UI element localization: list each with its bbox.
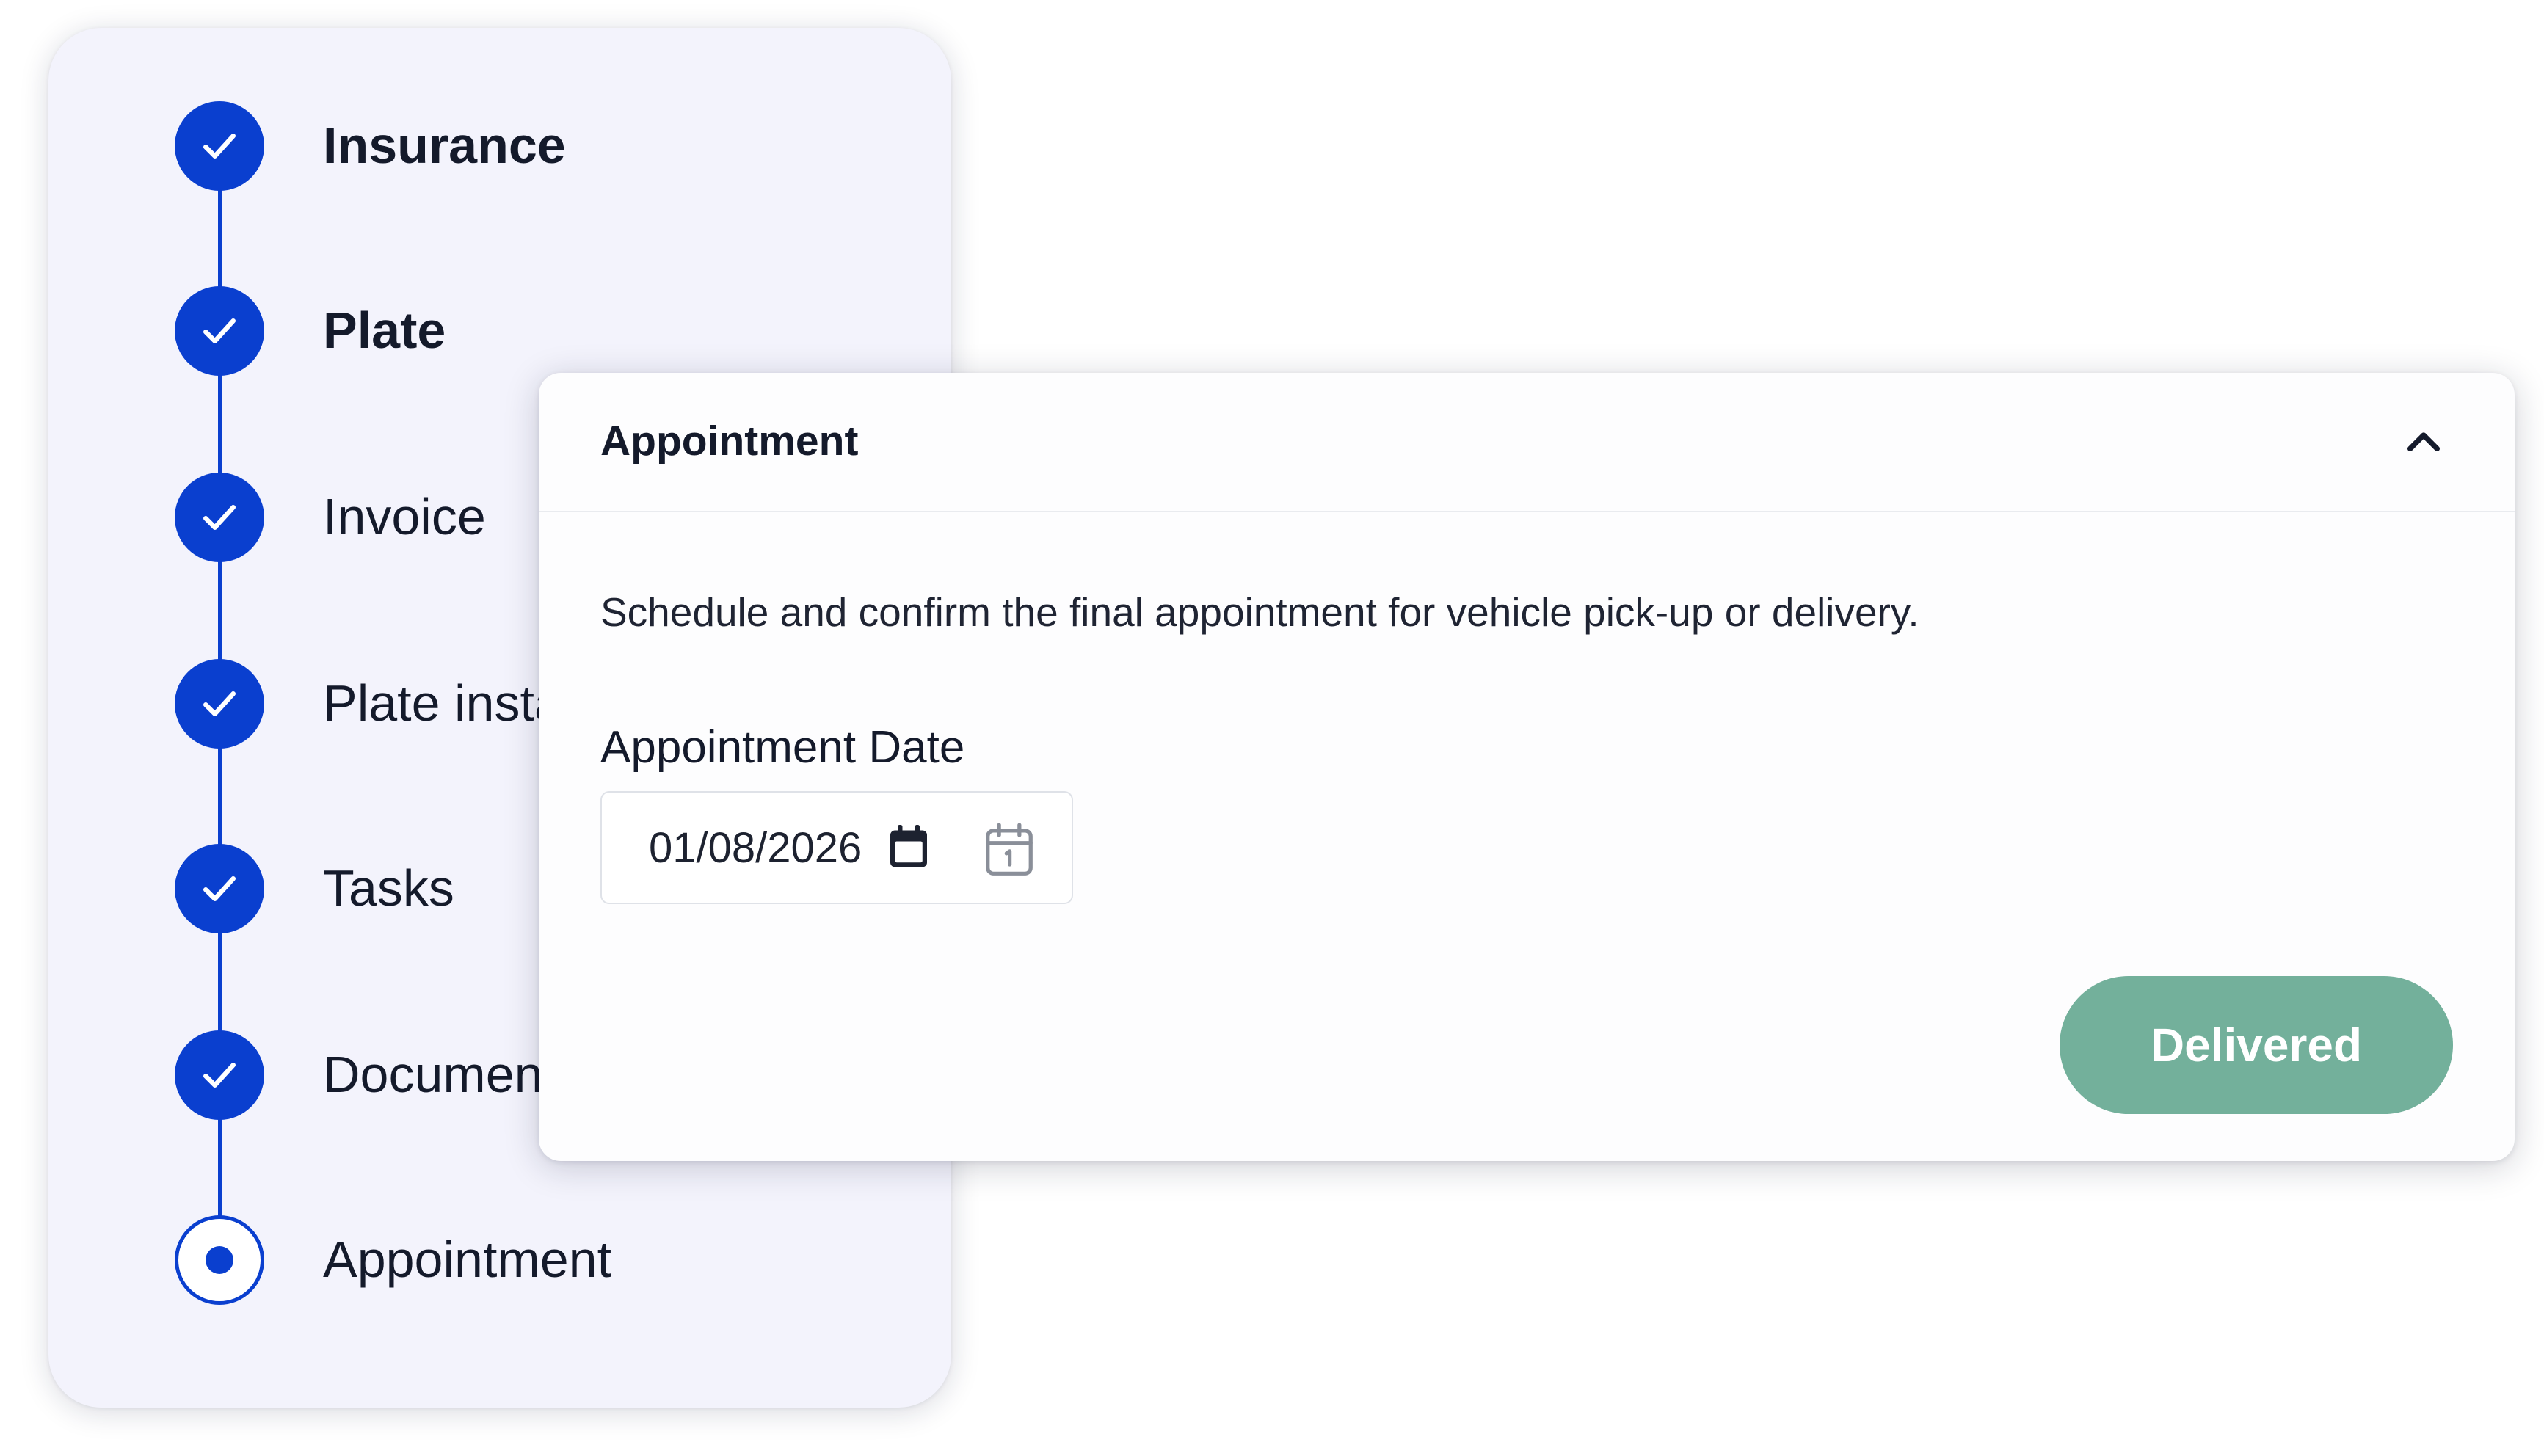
step-status-completed [175,473,264,562]
check-icon [203,505,236,530]
step-status-completed [175,101,264,191]
radio-dot-icon [206,1246,233,1274]
step-label-plate: Plate [323,302,446,359]
step-label-appointment: Appointment [323,1231,612,1288]
collapse-toggle-button[interactable] [2394,413,2453,472]
panel-header[interactable]: Appointment [539,373,2515,512]
step-status-completed [175,844,264,933]
appointment-date-input[interactable]: 01/08/2026 [600,791,1073,904]
panel-title: Appointment [600,418,859,465]
check-icon [203,134,236,159]
step-label-invoice: Invoice [323,488,486,545]
calendar-icon[interactable] [982,820,1036,879]
panel-description: Schedule and confirm the final appointme… [600,589,1919,635]
step-status-completed [175,659,264,749]
appointment-date-label: Appointment Date [600,722,965,773]
step-label-tasks: Tasks [323,859,454,917]
step-status-completed [175,1030,264,1120]
calendar-filled-icon[interactable] [887,822,931,872]
chevron-up-icon [2407,432,2440,451]
step-status-current [175,1215,264,1305]
check-icon [203,318,236,343]
check-icon [203,876,236,901]
appointment-panel: Appointment Schedule and confirm the fin… [539,373,2515,1161]
appointment-date-value: 01/08/2026 [649,824,862,872]
delivered-button[interactable]: Delivered [2060,976,2453,1114]
step-label-insurance: Insurance [323,117,566,174]
step-status-completed [175,286,264,376]
check-icon [203,691,236,716]
check-icon [203,1063,236,1088]
